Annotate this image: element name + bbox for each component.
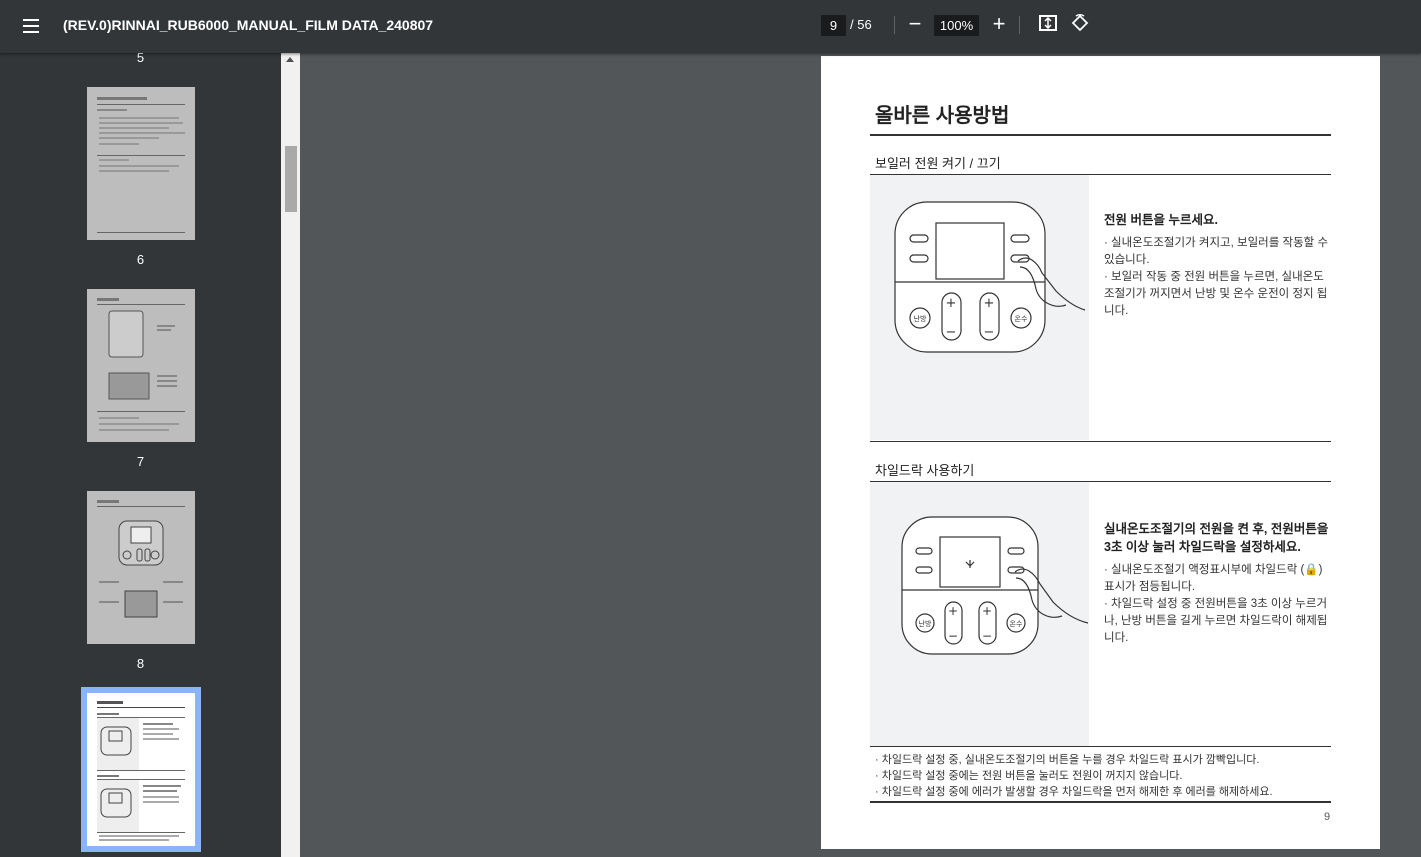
minus-icon: −: [982, 629, 992, 643]
thumbnail-page-7[interactable]: [87, 289, 195, 442]
toolbar: (REV.0)RINNAI_RUB6000_MANUAL_FILM DATA_2…: [0, 0, 1421, 53]
fit-page-icon[interactable]: [1036, 13, 1060, 37]
instruction-bullet: · 보일러 작동 중 전원 버튼을 누르면, 실내온도 조절기가 꺼지면서 난방…: [1104, 271, 1328, 317]
divider: [870, 441, 1331, 442]
plus-icon: +: [948, 604, 958, 618]
notes: · 차일드락 설정 중, 실내온도조절기의 버튼을 누를 경우 차일드락 표시가…: [875, 752, 1273, 800]
instruction-heading: 실내온도조절기의 전원을 켠 후, 전원버튼을 3초 이상 눌러 차일드락을 설…: [1104, 522, 1329, 554]
instruction-heading: 전원 버튼을 누르세요.: [1104, 213, 1218, 227]
childlock-instructions: 실내온도조절기의 전원을 켠 후, 전원버튼을 3초 이상 눌러 차일드락을 설…: [1104, 520, 1329, 647]
menu-icon[interactable]: [19, 15, 43, 37]
page-title: 올바른 사용방법: [875, 105, 1010, 127]
divider: [894, 16, 895, 34]
note-item: · 차일드락 설정 중에는 전원 버튼을 눌러도 전원이 꺼지지 않습니다.: [875, 770, 1183, 782]
thumbnail-label: 8: [136, 656, 145, 671]
divider: [1019, 16, 1020, 34]
plus-icon: +: [946, 296, 957, 311]
scrollbar-thumb[interactable]: [285, 146, 297, 212]
thumbnail-label: 7: [136, 454, 145, 469]
thermostat-illustration: 난방 온수 + − + −: [870, 175, 1089, 440]
thumbnail-page-9-selected[interactable]: [81, 687, 201, 852]
note-item: · 차일드락 설정 중에 에러가 발생할 경우 차일드락을 먼저 해제한 후 에…: [875, 786, 1273, 798]
instruction-bullet: · 실내온도조절기 액정표시부에 차일드락 (🔒) 표시가 점등됩니다.: [1104, 564, 1323, 593]
rotate-icon[interactable]: [1068, 13, 1092, 37]
section-title: 보일러 전원 켜기 / 끄기: [875, 156, 1001, 171]
thumbnail-page-6[interactable]: [87, 87, 195, 240]
hot-water-button-label: 온수: [1015, 315, 1028, 323]
minus-icon: −: [984, 325, 995, 340]
heat-button-label: 난방: [919, 619, 932, 628]
section-title: 차일드락 사용하기: [875, 463, 975, 478]
divider: [870, 134, 1331, 136]
zoom-in-button[interactable]: +: [987, 13, 1011, 37]
zoom-out-button[interactable]: −: [903, 13, 927, 37]
divider: [870, 746, 1331, 747]
scroll-up-arrow-icon[interactable]: [286, 57, 294, 62]
plus-icon: +: [984, 296, 995, 311]
heat-button-label: 난방: [914, 314, 927, 323]
hot-water-button-label: 온수: [1010, 620, 1023, 628]
thumbnail-page-8[interactable]: [87, 491, 195, 644]
thumbnail-label: 5: [136, 53, 145, 65]
instruction-bullet: · 차일드락 설정 중 전원버튼을 3초 이상 누르거나, 난방 버튼을 길게 …: [1104, 598, 1328, 644]
plus-icon: +: [982, 604, 992, 618]
power-instructions: 전원 버튼을 누르세요. · 실내온도조절기가 켜지고, 보일러를 작동할 수 …: [1104, 211, 1329, 320]
minus-icon: −: [948, 629, 958, 643]
page-number: 9: [1324, 811, 1331, 823]
thumbnail-sidebar: 5 6 7 8: [0, 53, 281, 857]
thumbnail-label: 6: [136, 252, 145, 267]
sidebar-scrollbar[interactable]: [281, 53, 300, 857]
instruction-bullet: · 실내온도조절기가 켜지고, 보일러를 작동할 수 있습니다.: [1104, 237, 1329, 266]
minus-icon: −: [946, 325, 957, 340]
page-total: / 56: [850, 17, 872, 32]
note-item: · 차일드락 설정 중, 실내온도조절기의 버튼을 누를 경우 차일드락 표시가…: [875, 754, 1260, 766]
divider: [870, 801, 1331, 803]
zoom-input[interactable]: 100%: [934, 15, 979, 36]
document-title: (REV.0)RINNAI_RUB6000_MANUAL_FILM DATA_2…: [63, 17, 434, 33]
childlock-illustration: 난방 온수 + − + −: [870, 482, 1089, 746]
page-number-input[interactable]: 9: [821, 15, 846, 36]
document-page: 올바른 사용방법 보일러 전원 켜기 / 끄기 난방 온수 + − + − 전원…: [821, 56, 1380, 849]
